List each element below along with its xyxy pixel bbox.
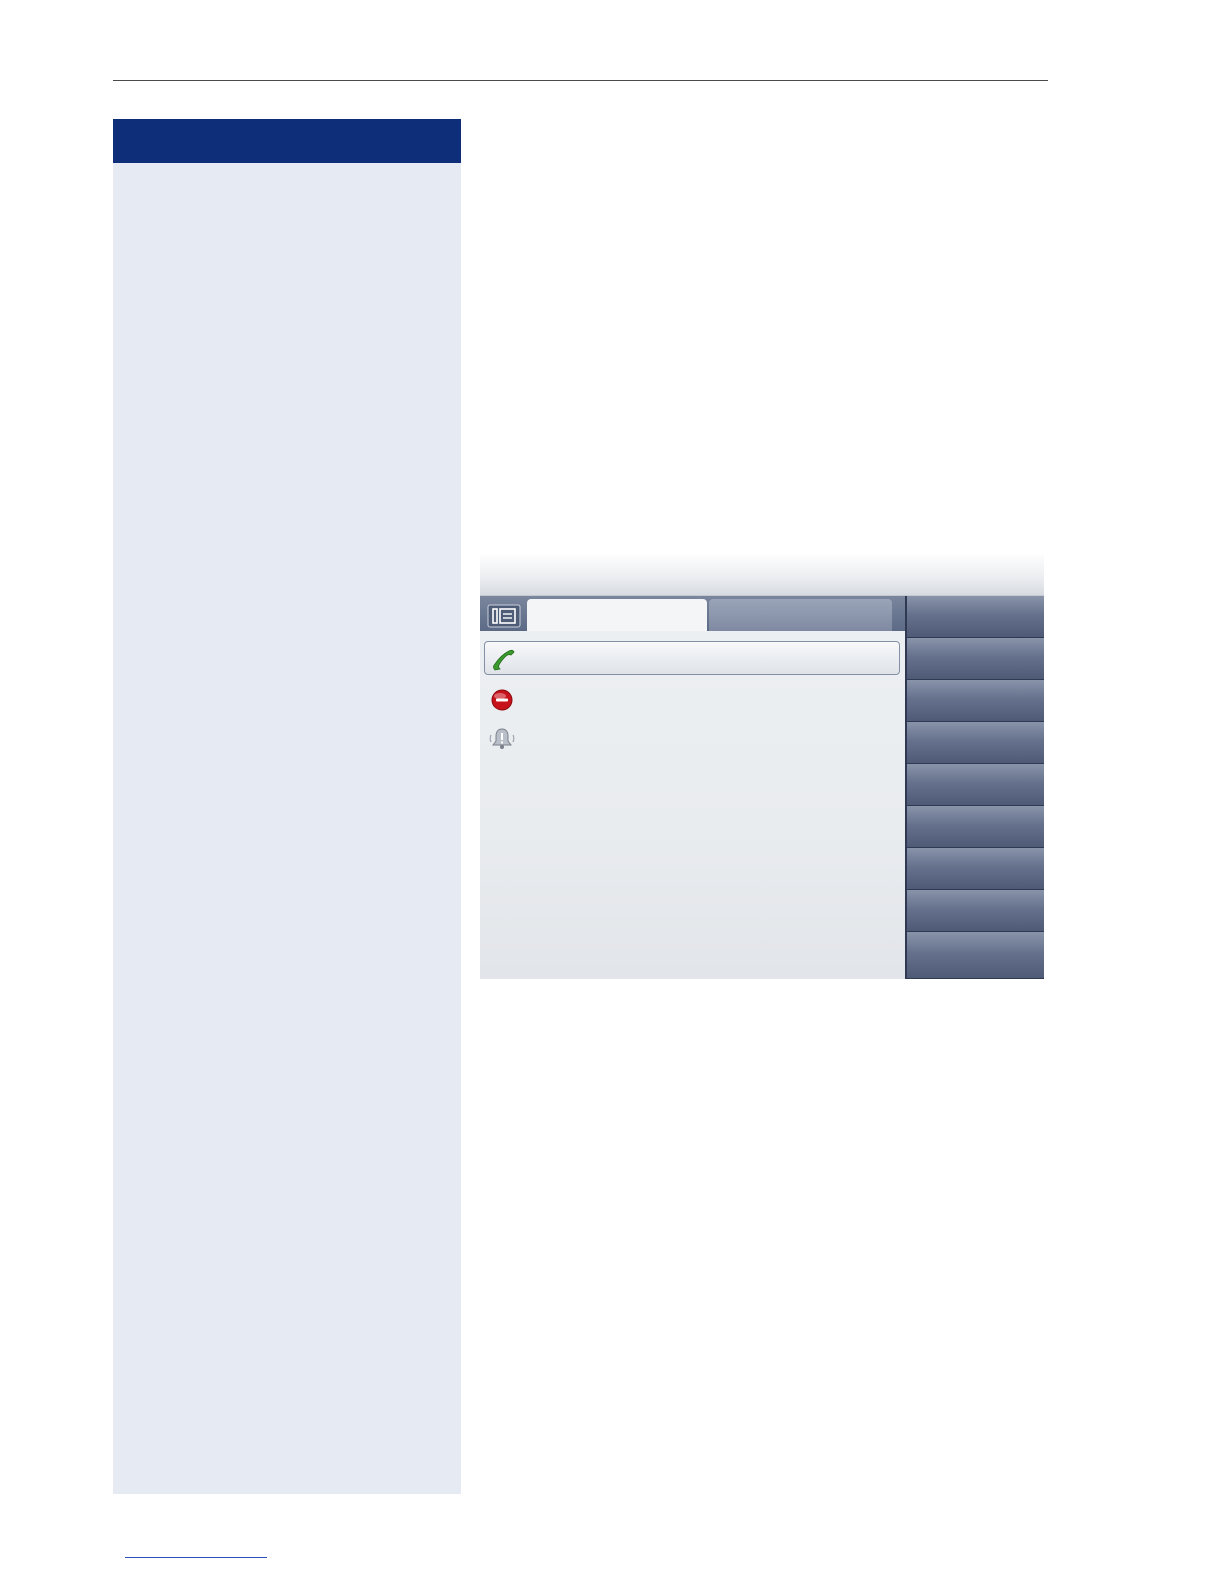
display-main-pane: [480, 596, 905, 979]
phone-handset-icon: [489, 646, 517, 674]
margin-column: [113, 119, 461, 1494]
footer-link-underline[interactable]: [125, 1557, 267, 1558]
list-item-alert[interactable]: [484, 721, 900, 755]
do-not-disturb-icon: [488, 686, 516, 714]
softkey-9[interactable]: [907, 932, 1044, 979]
header-rule: [113, 80, 1048, 81]
list-item-phone[interactable]: [484, 641, 900, 675]
display-title-bar: [480, 555, 1044, 596]
softkey-7[interactable]: [907, 848, 1044, 890]
softkey-5[interactable]: [907, 764, 1044, 806]
panel-toggle-icon[interactable]: [484, 600, 524, 631]
list-item-dnd[interactable]: [484, 682, 900, 716]
tab-first[interactable]: [527, 599, 707, 631]
phone-display: [480, 555, 1044, 979]
softkey-column: [905, 596, 1044, 979]
alert-bell-icon: [488, 725, 516, 753]
tab-bar: [480, 596, 905, 631]
margin-column-header: [113, 119, 461, 163]
softkey-6[interactable]: [907, 806, 1044, 848]
tab-second[interactable]: [709, 599, 892, 631]
softkey-4[interactable]: [907, 722, 1044, 764]
softkey-1[interactable]: [907, 596, 1044, 638]
softkey-2[interactable]: [907, 638, 1044, 680]
softkey-8[interactable]: [907, 890, 1044, 932]
softkey-3[interactable]: [907, 680, 1044, 722]
